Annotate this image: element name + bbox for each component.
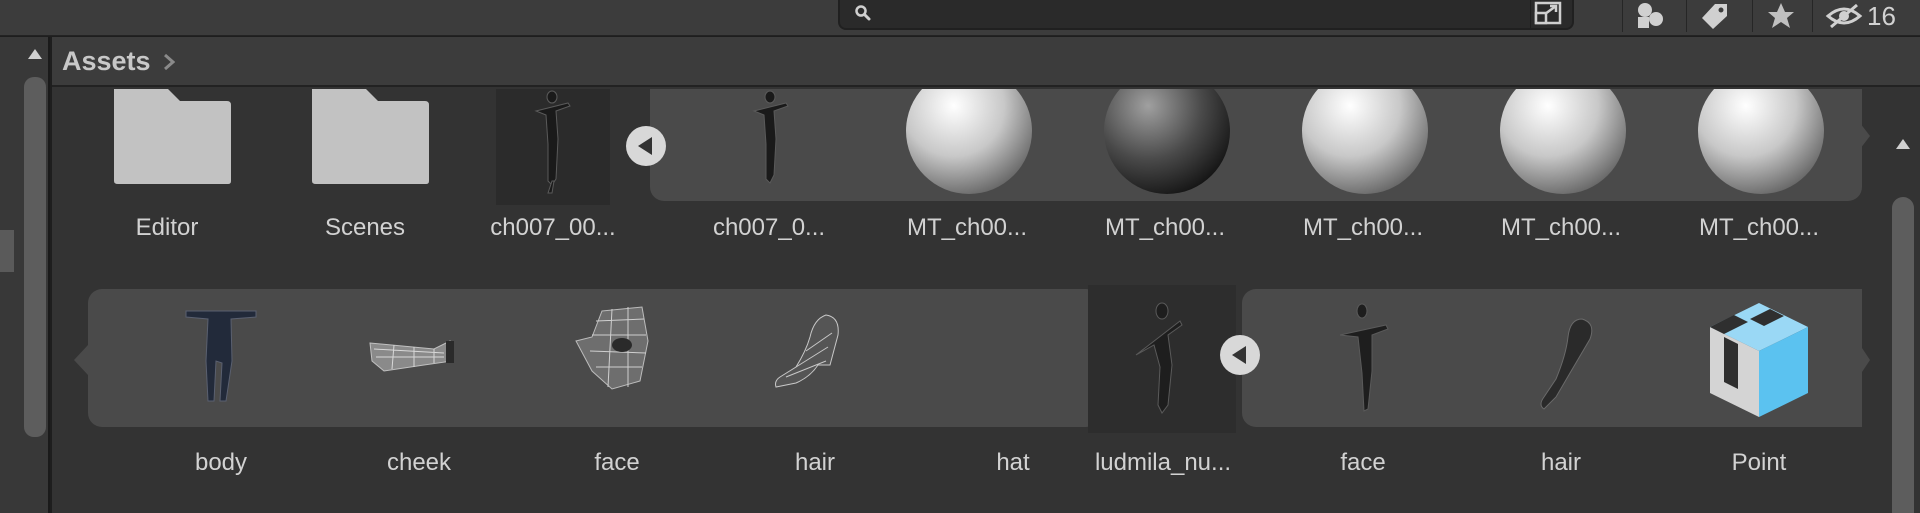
subasset-material-2[interactable]: MT_ch00...: [1070, 89, 1260, 249]
eye-slash-icon: [1825, 3, 1863, 29]
mesh-figure-icon: [752, 90, 789, 184]
collapse-subassets-button[interactable]: [1220, 335, 1260, 375]
material-sphere-icon: [1302, 89, 1428, 194]
asset-item-scenes[interactable]: Scenes: [270, 89, 460, 249]
asset-label: MT_ch00...: [906, 214, 1028, 241]
breadcrumb-assets[interactable]: Assets: [62, 46, 151, 77]
subasset-material-4[interactable]: MT_ch00...: [1466, 89, 1656, 249]
tag-icon: [1701, 4, 1727, 29]
asset-label: MT_ch00...: [1104, 214, 1226, 241]
scroll-up-arrow-icon[interactable]: [28, 49, 42, 59]
subasset-ludmila-hair[interactable]: hair: [1466, 301, 1656, 481]
face-mesh-icon: [575, 306, 649, 390]
chevron-left-icon: [1232, 346, 1246, 364]
strip-continue-arrow-icon: [74, 345, 88, 375]
subasset-cheek[interactable]: cheek: [324, 301, 514, 481]
mesh-figure-icon: [1339, 303, 1389, 412]
breadcrumb: Assets: [52, 37, 1920, 87]
asset-item-ludmila-model[interactable]: ludmila_nu...: [1068, 301, 1258, 481]
subasset-hair[interactable]: hair: [720, 301, 910, 481]
strip-continue-arrow-icon: [1860, 123, 1870, 149]
asset-item-ch007-model[interactable]: ch007_00...: [458, 89, 648, 249]
strip-continue-arrow-icon: [1860, 345, 1870, 375]
search-by-type-filter-button[interactable]: [1622, 0, 1678, 32]
asset-label: ch007_00...: [490, 214, 616, 241]
search-by-label-button[interactable]: [1686, 0, 1742, 32]
subasset-ludmila-face[interactable]: face: [1268, 301, 1458, 481]
collapse-subassets-button[interactable]: [626, 126, 666, 166]
cheek-mesh-icon: [369, 340, 454, 372]
hidden-packages-toggle[interactable]: 16: [1812, 0, 1920, 32]
asset-label: Point: [1731, 449, 1787, 476]
scrollbar-thumb[interactable]: [1892, 197, 1914, 513]
folder-tree-selection-marker: [0, 230, 14, 272]
asset-label: MT_ch00...: [1500, 214, 1622, 241]
asset-label: hair: [794, 449, 836, 476]
asset-label: cheek: [386, 449, 452, 476]
material-sphere-dark-icon: [1104, 89, 1230, 194]
search-by-type-button[interactable]: [1530, 0, 1566, 28]
subasset-ch007-mesh[interactable]: ch007_0...: [674, 89, 864, 249]
subasset-body[interactable]: body: [126, 301, 316, 481]
material-sphere-icon: [906, 89, 1032, 194]
asset-label: ch007_0...: [712, 214, 826, 241]
asset-label: MT_ch00...: [1302, 214, 1424, 241]
subasset-point-prefab[interactable]: Point: [1664, 301, 1854, 481]
asset-item-editor[interactable]: Editor: [72, 89, 262, 249]
subasset-material-5[interactable]: MT_ch00...: [1664, 89, 1854, 249]
material-sphere-icon: [1500, 89, 1626, 194]
subasset-material-3[interactable]: MT_ch00...: [1268, 89, 1458, 249]
asset-label: Scenes: [324, 214, 406, 241]
star-icon: [1767, 3, 1794, 28]
folder-tree-scrollbar[interactable]: [24, 77, 46, 437]
prefab-cube-icon: [1710, 303, 1808, 417]
asset-label: face: [1340, 449, 1386, 476]
hidden-count: 16: [1867, 0, 1896, 31]
asset-label: body: [194, 449, 248, 476]
asset-label: ludmila_nu...: [1094, 449, 1232, 476]
body-mesh-icon: [185, 310, 257, 402]
hair-mesh-icon: [1540, 318, 1593, 410]
folder-icon: [312, 89, 429, 184]
shapes-filter-icon: [1637, 3, 1663, 28]
folder-icon: [114, 89, 231, 184]
chevron-right-icon: [163, 53, 175, 71]
scroll-up-arrow-icon[interactable]: [1896, 139, 1910, 149]
toolbar: 16: [0, 0, 1920, 36]
hair-mesh-icon: [775, 314, 839, 388]
material-sphere-icon: [1698, 89, 1824, 194]
subasset-material-1[interactable]: MT_ch00...: [872, 89, 1062, 249]
project-browser: Assets Editor Scenes ch007_00... ch007_0…: [52, 37, 1920, 513]
asset-grid-scrollbar[interactable]: [1882, 89, 1920, 513]
open-search-window-icon: [1534, 1, 1562, 25]
asset-label: face: [594, 449, 640, 476]
asset-label: hair: [1540, 449, 1582, 476]
subasset-face[interactable]: face: [522, 301, 712, 481]
search-icon: [855, 5, 871, 21]
asset-label: MT_ch00...: [1698, 214, 1820, 241]
asset-grid: Editor Scenes ch007_00... ch007_0... MT_…: [52, 89, 1882, 513]
asset-label: Editor: [135, 214, 199, 241]
folder-tree-panel: [0, 37, 50, 513]
chevron-left-icon: [638, 137, 652, 155]
favorites-button[interactable]: [1752, 0, 1808, 32]
search-field[interactable]: [838, 0, 1574, 30]
